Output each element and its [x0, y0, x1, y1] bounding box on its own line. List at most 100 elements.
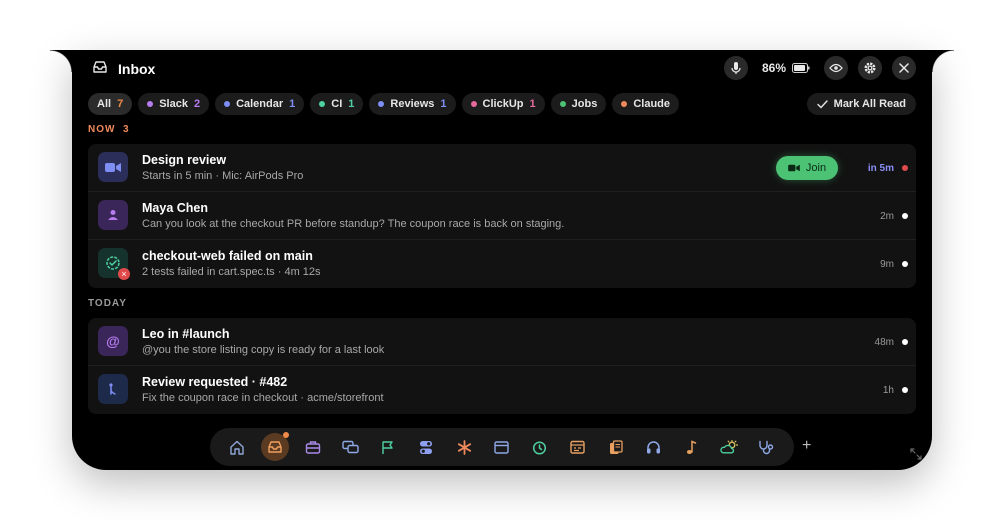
filter-count: 1 — [348, 98, 355, 110]
filter-claude[interactable]: Claude — [612, 93, 680, 115]
filter-clickup[interactable]: ClickUp 1 — [461, 93, 545, 115]
item-subtitle: Can you look at the checkout PR before s… — [142, 218, 565, 230]
failed-badge-icon: × — [118, 268, 130, 280]
list-item[interactable]: @ Leo in #launch @you the store listing … — [88, 318, 916, 366]
checkmark-icon — [816, 99, 828, 109]
notification-dot — [282, 432, 289, 438]
microphone-button[interactable] — [723, 56, 748, 80]
item-meta: in 5m — [868, 144, 908, 192]
join-button[interactable]: Join — [776, 156, 838, 180]
flag-icon — [382, 440, 394, 454]
mention-icon: @ — [98, 326, 128, 356]
now-group: Design review Starts in 5 min · Mic: Air… — [88, 144, 916, 288]
filter-label: Claude — [633, 98, 671, 110]
item-time: in 5m — [867, 162, 894, 174]
section-now-label: NOW — [88, 124, 116, 135]
header: Inbox — [92, 58, 155, 80]
dock-inbox[interactable] — [260, 432, 289, 461]
inbox-icon — [268, 441, 282, 453]
section-now-count: 3 — [123, 124, 130, 135]
video-icon — [98, 152, 128, 182]
inbox-panel: Inbox 86% All 7 Slack 2 Calendar 1 CI 1 … — [50, 50, 954, 470]
filter-label: Reviews — [390, 98, 435, 110]
item-title: Review requested · #482 — [142, 375, 288, 389]
resize-handle-icon[interactable] — [910, 448, 922, 460]
visibility-button[interactable] — [824, 56, 848, 80]
section-now: NOW 3 — [88, 124, 130, 135]
filter-slack[interactable]: Slack 2 — [138, 93, 210, 115]
filter-label: ClickUp — [482, 98, 524, 110]
item-subtitle: Fix the coupon race in checkout · acme/s… — [142, 392, 384, 404]
battery-percent: 86% — [761, 61, 786, 75]
item-title: Leo in #launch — [142, 327, 230, 341]
filter-jobs[interactable]: Jobs — [550, 93, 607, 115]
battery-status: 86% — [762, 61, 810, 75]
list-item[interactable]: × checkout-web failed on main 2 tests fa… — [88, 240, 916, 288]
dock-calendar[interactable] — [564, 433, 592, 461]
eye-icon — [829, 63, 843, 73]
reviews-dot — [378, 101, 385, 107]
ci-dot — [319, 101, 326, 107]
filter-label: Slack — [159, 98, 188, 110]
item-time: 48m — [874, 336, 894, 348]
dock-documents[interactable] — [602, 433, 630, 461]
list-item[interactable]: Design review Starts in 5 min · Mic: Air… — [88, 144, 916, 192]
item-subtitle: 2 tests failed in cart.spec.ts · 4m 12s — [142, 266, 321, 278]
list-item[interactable]: Review requested · #482 Fix the coupon r… — [88, 366, 916, 414]
filter-count: 2 — [193, 98, 201, 110]
filter-count: 1 — [529, 98, 536, 110]
item-title: checkout-web failed on main — [142, 249, 313, 263]
filter-ci[interactable]: CI 1 — [310, 93, 364, 115]
settings-button[interactable] — [858, 56, 882, 80]
filter-label: Jobs — [571, 98, 598, 110]
filter-all[interactable]: All 7 — [88, 93, 133, 115]
home-icon — [230, 440, 244, 455]
filter-label: CI — [331, 98, 343, 110]
close-button[interactable] — [892, 56, 916, 80]
mark-all-read-button[interactable]: Mark All Read — [806, 93, 916, 115]
section-today: TODAY — [88, 298, 127, 309]
dock-timer[interactable] — [526, 433, 554, 461]
jobs-dot — [559, 101, 566, 107]
page-title: Inbox — [118, 61, 156, 77]
header-controls: 86% — [723, 56, 916, 80]
item-time: 1h — [882, 384, 894, 396]
dock-health[interactable] — [753, 433, 781, 461]
slack-dot — [147, 101, 154, 107]
filter-reviews[interactable]: Reviews 1 — [369, 93, 456, 115]
dock-windows[interactable] — [337, 433, 365, 461]
item-time: 9m — [880, 258, 894, 270]
headphones-icon — [646, 441, 660, 454]
briefcase-icon — [305, 441, 320, 454]
browser-window-icon — [494, 440, 510, 454]
gear-icon — [864, 62, 876, 74]
unread-dot — [902, 165, 908, 171]
dock-music[interactable] — [677, 433, 705, 461]
dock-weather[interactable] — [715, 433, 743, 461]
unread-dot — [902, 387, 908, 393]
clickup-dot — [470, 101, 477, 107]
dock-claude[interactable] — [450, 433, 478, 461]
documents-icon — [609, 439, 623, 454]
today-group: @ Leo in #launch @you the store listing … — [88, 318, 916, 414]
pull-request-icon — [98, 374, 128, 404]
dock-flag[interactable] — [374, 433, 402, 461]
person-icon — [98, 200, 128, 230]
battery-icon — [792, 63, 810, 73]
filter-calendar[interactable]: Calendar 1 — [215, 93, 305, 115]
list-item[interactable]: Maya Chen Can you look at the checkout P… — [88, 192, 916, 240]
dock-headphones[interactable] — [639, 433, 667, 461]
dock-briefcase[interactable] — [299, 433, 327, 461]
toggles-icon — [420, 440, 433, 454]
dock-home[interactable] — [223, 433, 251, 461]
filter-label: All — [97, 98, 112, 110]
unread-dot — [902, 213, 908, 219]
add-dock-item-button[interactable]: + — [802, 437, 811, 455]
item-subtitle: Starts in 5 min · Mic: AirPods Pro — [142, 170, 304, 182]
claude-dot — [621, 101, 628, 107]
mention-glyph: @ — [106, 333, 120, 349]
filter-count: 7 — [117, 98, 124, 110]
dock-toggles[interactable] — [412, 433, 440, 461]
dock-browser[interactable] — [488, 433, 516, 461]
calendar-icon — [570, 440, 585, 454]
